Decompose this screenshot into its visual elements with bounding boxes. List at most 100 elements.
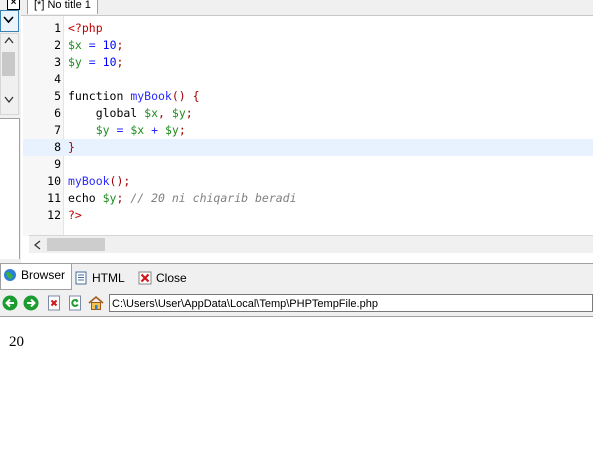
- chevron-left-icon[interactable]: [34, 240, 41, 250]
- tab-html-label: HTML: [92, 271, 125, 285]
- code-token: +: [144, 123, 165, 137]
- code-line[interactable]: 5 function myBook() {: [23, 88, 593, 105]
- code-line[interactable]: 9: [23, 156, 593, 173]
- close-icon: [138, 271, 152, 285]
- line-number: 5: [54, 89, 61, 103]
- code-editor[interactable]: 1 <?php 2 $x = 10; 3 $y = 10; 4 5 function myBoo…: [23, 16, 593, 254]
- line-number: 10: [47, 174, 61, 188]
- code-token: echo: [68, 191, 103, 205]
- panel-dropdown[interactable]: [0, 10, 19, 32]
- tab-html[interactable]: HTML: [72, 267, 131, 289]
- code-token: ,: [158, 106, 172, 120]
- code-token: ();: [109, 174, 131, 188]
- tab-browser-label: Browser: [21, 268, 66, 282]
- panel-scrollbar[interactable]: [0, 33, 19, 115]
- editor-scroll-thumb[interactable]: [47, 238, 105, 251]
- panel-close-icon[interactable]: ×: [7, 0, 20, 10]
- back-arrow-icon[interactable]: [2, 295, 18, 311]
- code-line[interactable]: 4: [23, 71, 593, 88]
- code-token: =: [81, 38, 103, 52]
- tab-close[interactable]: Close: [136, 267, 193, 289]
- code-token: $y: [68, 55, 82, 69]
- code-token: 10: [102, 55, 117, 69]
- chevron-down-icon: [3, 16, 14, 24]
- address-bar[interactable]: C:\Users\User\AppData\Local\Temp\PHPTemp…: [109, 294, 593, 312]
- line-number: 11: [47, 191, 61, 205]
- chevron-up-icon[interactable]: [4, 37, 14, 44]
- tab-close-label: Close: [156, 271, 187, 285]
- tab-no-title-1[interactable]: [*] No title 1: [27, 0, 98, 14]
- code-token: $y: [171, 106, 186, 120]
- line-number: 6: [54, 106, 61, 120]
- script-output: 20: [9, 334, 24, 350]
- forward-arrow-icon[interactable]: [23, 295, 39, 311]
- editor-horizontal-scrollbar[interactable]: [29, 235, 593, 253]
- code-text: global $x, $y;: [68, 105, 193, 122]
- editor-tab-bar: [*] No title 1: [21, 0, 593, 16]
- refresh-icon[interactable]: [67, 295, 83, 311]
- code-line[interactable]: 7 $y = $x + $y;: [23, 122, 593, 139]
- code-text: function myBook() {: [68, 88, 200, 105]
- code-token: ;: [185, 106, 193, 120]
- code-token: ;: [178, 123, 186, 137]
- code-token: ;: [116, 55, 124, 69]
- code-line[interactable]: 3 $y = 10;: [23, 54, 593, 71]
- code-token: () {: [171, 89, 200, 103]
- code-text: $y = 10;: [68, 54, 123, 71]
- line-number: 4: [54, 72, 61, 86]
- code-token: $y: [102, 191, 117, 205]
- code-token: }: [68, 140, 75, 154]
- code-line[interactable]: 6 global $x, $y;: [23, 105, 593, 122]
- code-text: }: [68, 139, 75, 156]
- code-text: echo $y; // 20 ni chiqarib beradi: [68, 190, 297, 207]
- line-number: 9: [54, 157, 61, 171]
- code-token: $x: [130, 123, 145, 137]
- home-icon[interactable]: [88, 295, 104, 311]
- browser-content: 20: [0, 317, 593, 450]
- document-icon: [75, 271, 87, 285]
- code-line[interactable]: 12 ?>: [23, 207, 593, 224]
- line-number: 8: [54, 140, 61, 154]
- panel-list: [0, 118, 20, 259]
- line-number: 7: [54, 123, 61, 137]
- chevron-down-icon[interactable]: [4, 96, 14, 103]
- code-token: myBook: [68, 174, 110, 188]
- code-token: $y: [164, 123, 179, 137]
- stop-icon[interactable]: [46, 295, 62, 311]
- code-text: myBook();: [68, 173, 130, 190]
- code-token: $x: [68, 38, 82, 52]
- globe-icon: [4, 269, 16, 281]
- code-token: ;: [116, 191, 131, 205]
- code-token: 10: [102, 38, 117, 52]
- code-token: // 20 ni chiqarib beradi: [130, 191, 297, 205]
- code-token: myBook: [130, 89, 172, 103]
- code-token: ;: [116, 38, 124, 52]
- code-line[interactable]: 2 $x = 10;: [23, 37, 593, 54]
- line-number: 3: [54, 55, 61, 69]
- code-text: $y = $x + $y;: [68, 122, 186, 139]
- code-token: function: [68, 89, 131, 103]
- panel-scroll-thumb[interactable]: [2, 52, 15, 76]
- tab-browser[interactable]: Browser: [0, 264, 73, 290]
- bottom-tab-bar: Browser HTML Close: [0, 263, 593, 291]
- code-token: =: [81, 55, 103, 69]
- code-line[interactable]: 8}: [23, 139, 593, 156]
- code-line[interactable]: 11 echo $y; // 20 ni chiqarib beradi: [23, 190, 593, 207]
- code-text: <?php: [68, 20, 103, 37]
- side-panel: ×: [0, 0, 21, 263]
- code-token: =: [109, 123, 131, 137]
- code-token: $y: [95, 123, 110, 137]
- browser-toolbar: C:\Users\User\AppData\Local\Temp\PHPTemp…: [0, 291, 593, 317]
- code-text: $x = 10;: [68, 37, 123, 54]
- code-line[interactable]: 10 myBook();: [23, 173, 593, 190]
- code-token: ?>: [68, 208, 82, 222]
- line-number: 1: [54, 21, 61, 35]
- line-number: 2: [54, 38, 61, 52]
- code-text: ?>: [68, 207, 82, 224]
- code-token: <?php: [68, 21, 103, 35]
- code-line[interactable]: 1 <?php: [23, 20, 593, 37]
- code-token: $x: [144, 106, 159, 120]
- line-number: 12: [47, 208, 61, 222]
- code-token: global: [68, 106, 145, 120]
